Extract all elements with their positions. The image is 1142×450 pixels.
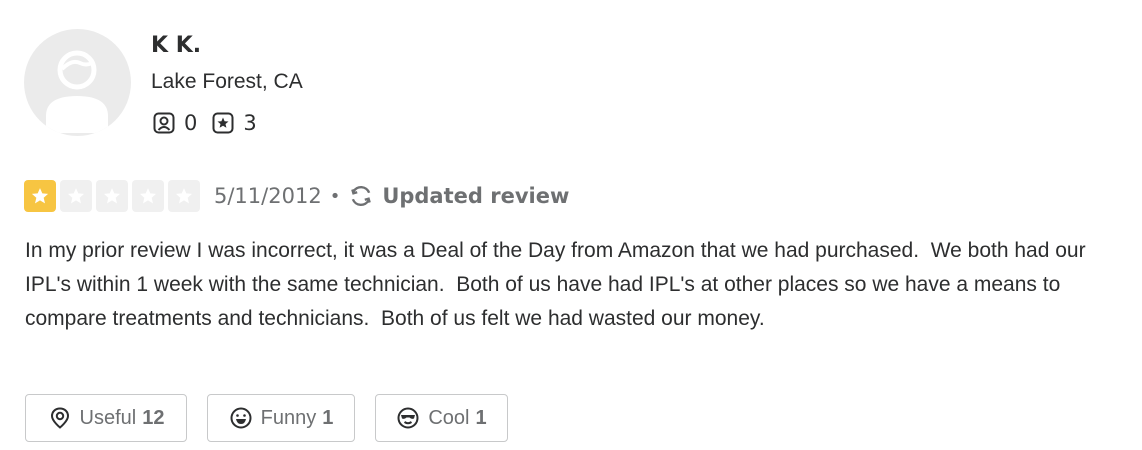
cool-count: 1 [475,406,487,429]
star-icon [96,180,128,212]
useful-icon [50,407,69,429]
review-date: 5/11/2012 [214,184,322,208]
cool-button[interactable]: Cool 1 [375,394,508,442]
funny-label: Funny [260,406,317,429]
star-icon [168,180,200,212]
refresh-icon [351,185,372,207]
star-rating [24,180,204,212]
rating-row: 5/11/2012 • Updated review [24,180,569,212]
star-icon [24,180,56,212]
separator-dot: • [329,185,341,207]
user-location: Lake Forest, CA [151,70,303,93]
star-icon [60,180,92,212]
user-stats: 0 3 [152,111,271,135]
useful-label: Useful [79,406,137,429]
friends-icon [153,112,175,134]
review-star-icon [212,112,234,134]
default-user-icon [46,50,108,133]
cool-icon [397,407,419,429]
funny-button[interactable]: Funny 1 [207,394,355,442]
reaction-buttons: Useful 12 Funny 1 Cool 1 [25,394,528,442]
friends-stat: 0 [152,111,197,135]
star-icon [132,180,164,212]
funny-count: 1 [322,406,334,429]
review-text: In my prior review I was incorrect, it w… [25,239,1092,330]
friends-count: 0 [184,111,198,135]
useful-count: 12 [142,406,165,429]
user-name[interactable]: K K. [151,33,201,58]
updated-review-label: Updated review [382,184,570,208]
avatar[interactable] [24,29,131,136]
funny-icon [230,407,252,429]
reviews-count: 3 [243,111,257,135]
updated-review-link[interactable]: Updated review [348,183,569,209]
reviews-stat: 3 [211,111,257,135]
cool-label: Cool [428,406,470,429]
useful-button[interactable]: Useful 12 [25,394,187,442]
